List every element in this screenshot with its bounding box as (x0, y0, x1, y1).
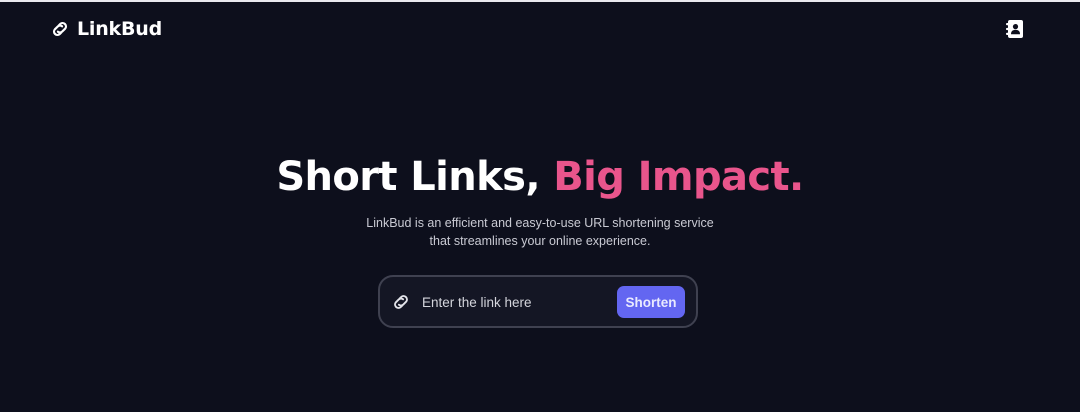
hero-section: Short Links, Big Impact. LinkBud is an e… (0, 148, 1080, 250)
hero-description: LinkBud is an efficient and easy-to-use … (340, 214, 740, 250)
contacts-button[interactable] (1004, 19, 1026, 44)
link-icon (50, 21, 70, 37)
brand-name: LinkBud (77, 18, 162, 40)
hero-title-main: Short Links, (276, 154, 554, 200)
hero-description-line-1: LinkBud is an efficient and easy-to-use … (366, 216, 714, 230)
link-icon (391, 293, 411, 311)
url-input[interactable] (422, 290, 610, 314)
url-shortener-form: Shorten (378, 275, 698, 328)
hero-description-line-2: that streamlines your online experience. (429, 234, 651, 248)
shorten-button[interactable]: Shorten (617, 286, 685, 318)
address-book-icon (1005, 19, 1025, 44)
hero-title-accent: Big Impact. (553, 154, 804, 200)
brand-logo-link[interactable]: LinkBud (50, 18, 162, 40)
top-navbar: LinkBud (0, 2, 1080, 58)
hero-title: Short Links, Big Impact. (0, 148, 1080, 206)
